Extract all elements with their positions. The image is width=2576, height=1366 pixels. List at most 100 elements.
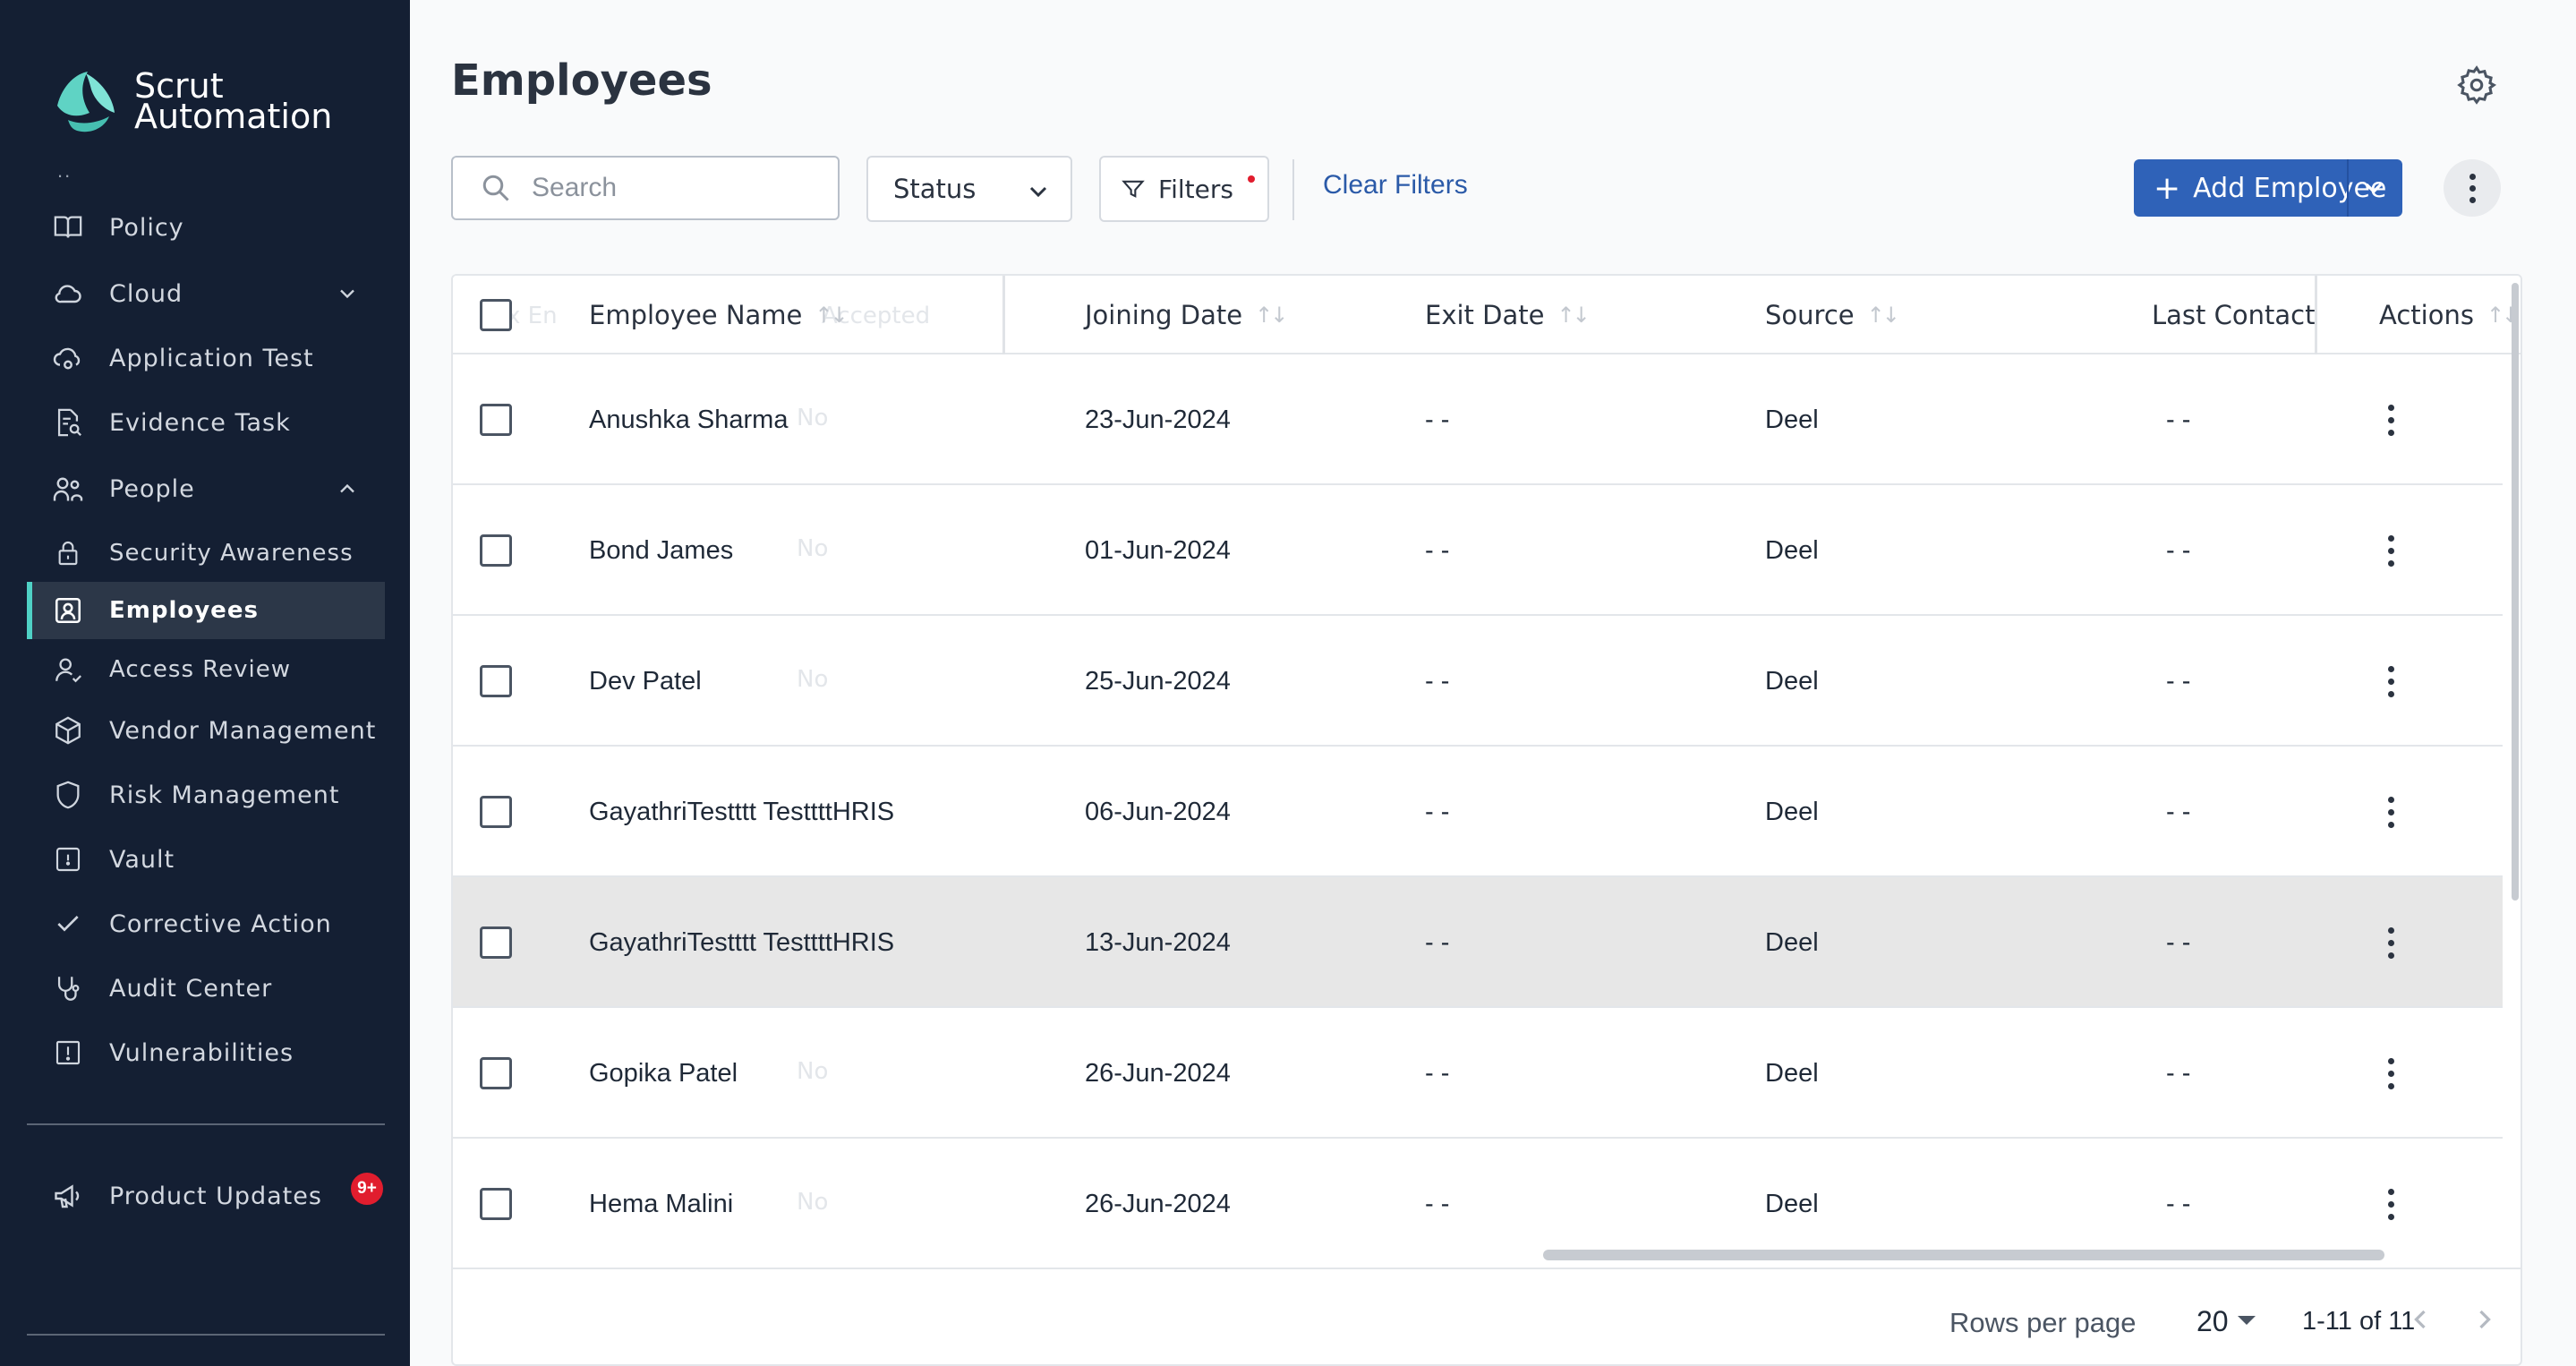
vertical-scrollbar[interactable]	[2512, 283, 2519, 901]
chevron-down-icon[interactable]	[2359, 174, 2388, 202]
cell-exit-date: - -	[1425, 797, 1450, 826]
sort-icon[interactable]: ↑↓	[1557, 303, 1590, 328]
chevron-right-icon[interactable]	[2469, 1303, 2501, 1336]
sidebar-item-corrective-action[interactable]: Corrective Action	[27, 895, 385, 952]
col-header-actions[interactable]: Actions ↑↓	[2379, 276, 2520, 354]
sort-icon[interactable]: ↑↓	[815, 303, 848, 328]
row-actions-kebab-icon[interactable]	[2377, 654, 2404, 708]
search-box[interactable]	[451, 156, 840, 220]
sidebar-item-label: Audit Center	[109, 974, 273, 1003]
sidebar-item-people[interactable]: People	[27, 460, 385, 517]
user-check-icon	[50, 652, 86, 687]
row-checkbox[interactable]	[480, 665, 512, 697]
row-checkbox[interactable]	[480, 404, 512, 436]
col-header-joining-date[interactable]: Joining Date ↑↓	[1085, 276, 1288, 354]
cell-employee-name[interactable]: GayathriTestttt TesttttHRIS	[589, 877, 894, 1008]
chevron-up-icon[interactable]	[335, 476, 360, 501]
cell-employee-name[interactable]: Anushka Sharma	[589, 354, 788, 485]
sidebar-item-evidence-task[interactable]: Evidence Task	[27, 394, 385, 451]
table-row[interactable]: No Dev Patel 25-Jun-2024 - - Deel - -	[453, 616, 2503, 747]
cloud-gear-icon	[50, 340, 86, 376]
sidebar-item-label: Policy	[109, 213, 184, 242]
clear-filters-link[interactable]: Clear Filters	[1323, 170, 1468, 201]
sort-icon[interactable]: ↑↓	[1867, 303, 1900, 328]
row-actions-kebab-icon[interactable]	[2377, 916, 2404, 969]
table-row-hovered[interactable]: GayathriTestttt TesttttHRIS 13-Jun-2024 …	[453, 877, 2503, 1008]
sidebar-item-vendor-management[interactable]: Vendor Management	[27, 702, 385, 759]
col-header-label: Employee Name	[589, 300, 803, 330]
chevron-down-icon[interactable]	[335, 281, 360, 306]
col-header-employee-name[interactable]: Employee Name ↑↓	[589, 276, 849, 354]
row-actions-kebab-icon[interactable]	[2377, 393, 2404, 447]
row-checkbox[interactable]	[480, 796, 512, 828]
horizontal-scrollbar[interactable]	[1543, 1250, 2384, 1260]
caret-down-icon[interactable]	[2238, 1316, 2256, 1325]
sort-icon[interactable]: ↑↓	[1255, 303, 1288, 328]
table-row[interactable]: No Bond James 01-Jun-2024 - - Deel - -	[453, 485, 2503, 616]
cell-last-contact: - -	[2166, 405, 2191, 434]
chevron-left-icon[interactable]	[2404, 1303, 2436, 1336]
sidebar-item-cloud[interactable]: Cloud	[27, 265, 385, 322]
ghost-cell: No	[797, 405, 829, 431]
col-header-exit-date[interactable]: Exit Date ↑↓	[1425, 276, 1591, 354]
row-checkbox[interactable]	[480, 1057, 512, 1089]
row-checkbox[interactable]	[480, 534, 512, 567]
filters-button[interactable]: Filters	[1099, 156, 1269, 222]
sidebar-item-policy[interactable]: Policy	[27, 199, 385, 256]
row-actions-kebab-icon[interactable]	[2377, 1046, 2404, 1100]
brand-logo[interactable]: Scrut Automation	[50, 66, 332, 136]
cell-employee-name[interactable]: Dev Patel	[589, 616, 702, 747]
row-checkbox[interactable]	[480, 926, 512, 959]
pagination-bar: Rows per page 20 1-11 of 11	[453, 1269, 2521, 1364]
col-header-source[interactable]: Source ↑↓	[1765, 276, 1900, 354]
sidebar-item-product-updates[interactable]: Product Updates	[27, 1167, 385, 1225]
table-row[interactable]: GayathriTestttt TesttttHRIS 06-Jun-2024 …	[453, 747, 2503, 877]
sidebar-item-security-awareness[interactable]: Security Awareness	[27, 525, 385, 582]
row-actions-kebab-icon[interactable]	[2377, 1177, 2404, 1231]
add-employee-button[interactable]: + Add Employee	[2134, 159, 2402, 217]
gear-icon[interactable]	[2456, 64, 2497, 106]
row-actions-kebab-icon[interactable]	[2377, 785, 2404, 839]
sidebar-item-vault[interactable]: Vault	[27, 831, 385, 888]
cell-last-contact: - -	[2166, 535, 2191, 565]
status-dropdown[interactable]: Status	[866, 156, 1072, 222]
search-input[interactable]	[532, 173, 800, 203]
sidebar-item-application-test[interactable]: Application Test	[27, 329, 385, 387]
cell-employee-name[interactable]: Hema Malini	[589, 1139, 733, 1269]
cell-source: Deel	[1765, 927, 1819, 957]
sidebar-scroll-ellipsis: ..	[57, 159, 73, 182]
cell-exit-date: - -	[1425, 1189, 1450, 1218]
search-icon	[482, 175, 509, 201]
sidebar-divider-bottom	[27, 1334, 385, 1336]
cell-employee-name[interactable]: Bond James	[589, 485, 733, 616]
cell-exit-date: - -	[1425, 1058, 1450, 1088]
select-all-checkbox[interactable]	[480, 299, 512, 331]
cell-employee-name[interactable]: Gopika Patel	[589, 1008, 738, 1139]
table-header: x En Accepted Employee Name ↑↓ Joining Da…	[453, 276, 2521, 354]
row-checkbox[interactable]	[480, 1188, 512, 1220]
more-options-button[interactable]	[2444, 159, 2501, 217]
sidebar-item-employees[interactable]: Employees	[27, 582, 385, 639]
status-dropdown-label: Status	[893, 174, 977, 204]
sidebar-item-label: Vulnerabilities	[109, 1038, 294, 1067]
sidebar-item-access-review[interactable]: Access Review	[27, 641, 385, 698]
add-employee-label: Add Employee	[2193, 172, 2387, 204]
sidebar-item-audit-center[interactable]: Audit Center	[27, 960, 385, 1017]
cell-employee-name[interactable]: GayathriTestttt TesttttHRIS	[589, 747, 894, 877]
sidebar-item-risk-management[interactable]: Risk Management	[27, 766, 385, 824]
cell-source: Deel	[1765, 1058, 1819, 1088]
sidebar-item-vulnerabilities[interactable]: Vulnerabilities	[27, 1024, 385, 1081]
cell-source: Deel	[1765, 666, 1819, 696]
shield-icon	[50, 777, 86, 813]
cell-last-contact: - -	[2166, 1058, 2191, 1088]
col-header-label: Actions	[2379, 300, 2474, 330]
table-row[interactable]: No Gopika Patel 26-Jun-2024 - - Deel - -	[453, 1008, 2503, 1139]
col-header-last-contact[interactable]: Last Contact	[2152, 276, 2315, 354]
table-row[interactable]: No Anushka Sharma 23-Jun-2024 - - Deel -…	[453, 354, 2503, 485]
cell-exit-date: - -	[1425, 405, 1450, 434]
rows-per-page-select[interactable]: 20	[2196, 1305, 2229, 1338]
row-actions-kebab-icon[interactable]	[2377, 524, 2404, 577]
cell-source: Deel	[1765, 535, 1819, 565]
stethoscope-icon	[50, 970, 86, 1006]
table-row[interactable]: No Hema Malini 26-Jun-2024 - - Deel - -	[453, 1139, 2503, 1251]
